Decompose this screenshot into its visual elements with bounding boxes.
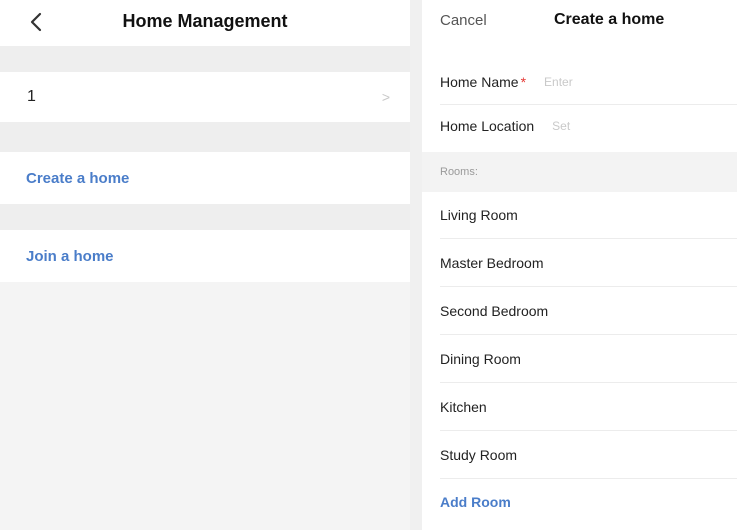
join-home-button[interactable]: Join a home bbox=[0, 230, 410, 282]
modal-title: Create a home bbox=[554, 11, 665, 28]
home-name-label: Home Name bbox=[440, 74, 519, 90]
section-gap bbox=[0, 122, 410, 152]
nav-header: Home Management bbox=[0, 0, 410, 46]
modal-header: Cancel Create a home bbox=[422, 0, 737, 44]
home-name: 1 bbox=[27, 88, 36, 105]
create-home-screen: Cancel Create a home Home Name * Enter H… bbox=[422, 0, 737, 530]
divider-line bbox=[440, 286, 737, 287]
home-location-field[interactable]: Home Location Set bbox=[422, 104, 737, 148]
create-home-button[interactable]: Create a home bbox=[0, 152, 410, 204]
add-room-button[interactable]: Add Room bbox=[422, 480, 737, 524]
room-item-master-bedroom[interactable]: Master Bedroom bbox=[422, 240, 737, 286]
chevron-right-icon: > bbox=[381, 89, 390, 105]
divider-line bbox=[440, 238, 737, 239]
home-list-item[interactable]: 1 > bbox=[0, 72, 410, 122]
home-name-input[interactable]: Enter bbox=[544, 75, 573, 89]
screen-divider bbox=[410, 0, 422, 530]
divider-line bbox=[440, 334, 737, 335]
rooms-section-header: Rooms: bbox=[422, 152, 737, 192]
section-gap bbox=[0, 204, 410, 230]
room-item-second-bedroom[interactable]: Second Bedroom bbox=[422, 288, 737, 334]
section-gap bbox=[0, 46, 410, 72]
home-location-input[interactable]: Set bbox=[552, 119, 570, 133]
required-asterisk: * bbox=[520, 74, 527, 90]
home-location-label: Home Location bbox=[440, 118, 535, 134]
room-item-living-room[interactable]: Living Room bbox=[422, 192, 737, 238]
cancel-button[interactable]: Cancel bbox=[440, 12, 487, 29]
divider-line bbox=[440, 430, 737, 431]
home-management-screen: Home Management 1 > Create a home Join a… bbox=[0, 0, 410, 530]
divider-line bbox=[440, 478, 737, 479]
room-item-kitchen[interactable]: Kitchen bbox=[422, 384, 737, 430]
divider-line bbox=[440, 382, 737, 383]
page-title: Home Management bbox=[122, 11, 288, 31]
room-item-dining-room[interactable]: Dining Room bbox=[422, 336, 737, 382]
home-name-field[interactable]: Home Name * Enter bbox=[422, 60, 737, 104]
room-item-study-room[interactable]: Study Room bbox=[422, 432, 737, 478]
